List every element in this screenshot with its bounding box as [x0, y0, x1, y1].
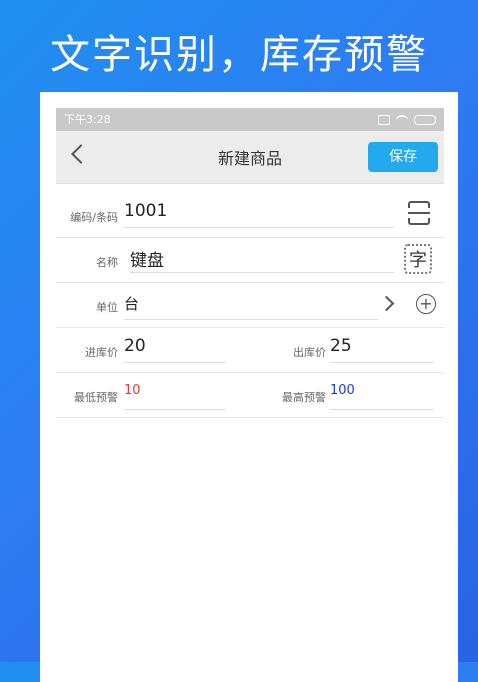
max-alert-label: 最高预警: [282, 391, 326, 404]
price-row: 进库价 20 出库价 25: [56, 328, 444, 373]
add-unit-icon[interactable]: +: [416, 294, 436, 314]
name-label: 名称: [96, 256, 118, 269]
max-alert-input[interactable]: 100: [330, 383, 434, 410]
buy-price-label: 进库价: [85, 346, 118, 359]
status-bar: 下午3:28: [56, 109, 444, 131]
unit-row: 单位 台 +: [56, 283, 444, 328]
text-recognition-icon[interactable]: 字: [404, 244, 432, 274]
nav-bar: 新建商品 保存: [56, 131, 444, 184]
code-row: 编码/条码 1001: [56, 191, 444, 238]
status-icons: [378, 109, 436, 131]
status-time: 下午3:28: [64, 113, 111, 126]
min-alert-label: 最低预警: [74, 391, 118, 404]
buy-price-input[interactable]: 20: [124, 336, 226, 363]
sell-price-label: 出库价: [293, 346, 326, 359]
min-alert-input[interactable]: 10: [124, 383, 226, 410]
name-row: 名称 键盘 字: [56, 238, 444, 283]
promo-banner-title: 文字识别，库存预警: [50, 32, 428, 78]
notification-icon: [378, 115, 390, 125]
code-label: 编码/条码: [70, 211, 118, 224]
battery-icon: [414, 115, 436, 125]
name-input[interactable]: 键盘: [130, 246, 394, 273]
unit-select[interactable]: 台: [124, 293, 378, 320]
code-input[interactable]: 1001: [124, 201, 394, 228]
phone-frame: 下午3:28 新建商品 保存 编码/条码 1001 名称 键盘 字 单位 台 +…: [40, 92, 458, 682]
alert-row: 最低预警 10 最高预警 100: [56, 373, 444, 418]
unit-label: 单位: [96, 301, 118, 314]
barcode-scan-icon[interactable]: [408, 201, 430, 225]
sell-price-input[interactable]: 25: [330, 336, 434, 363]
wifi-icon: [396, 115, 408, 125]
save-button[interactable]: 保存: [368, 142, 438, 172]
app-screen: 下午3:28 新建商品 保存 编码/条码 1001 名称 键盘 字 单位 台 +…: [56, 108, 444, 669]
chevron-right-icon[interactable]: [378, 295, 395, 312]
